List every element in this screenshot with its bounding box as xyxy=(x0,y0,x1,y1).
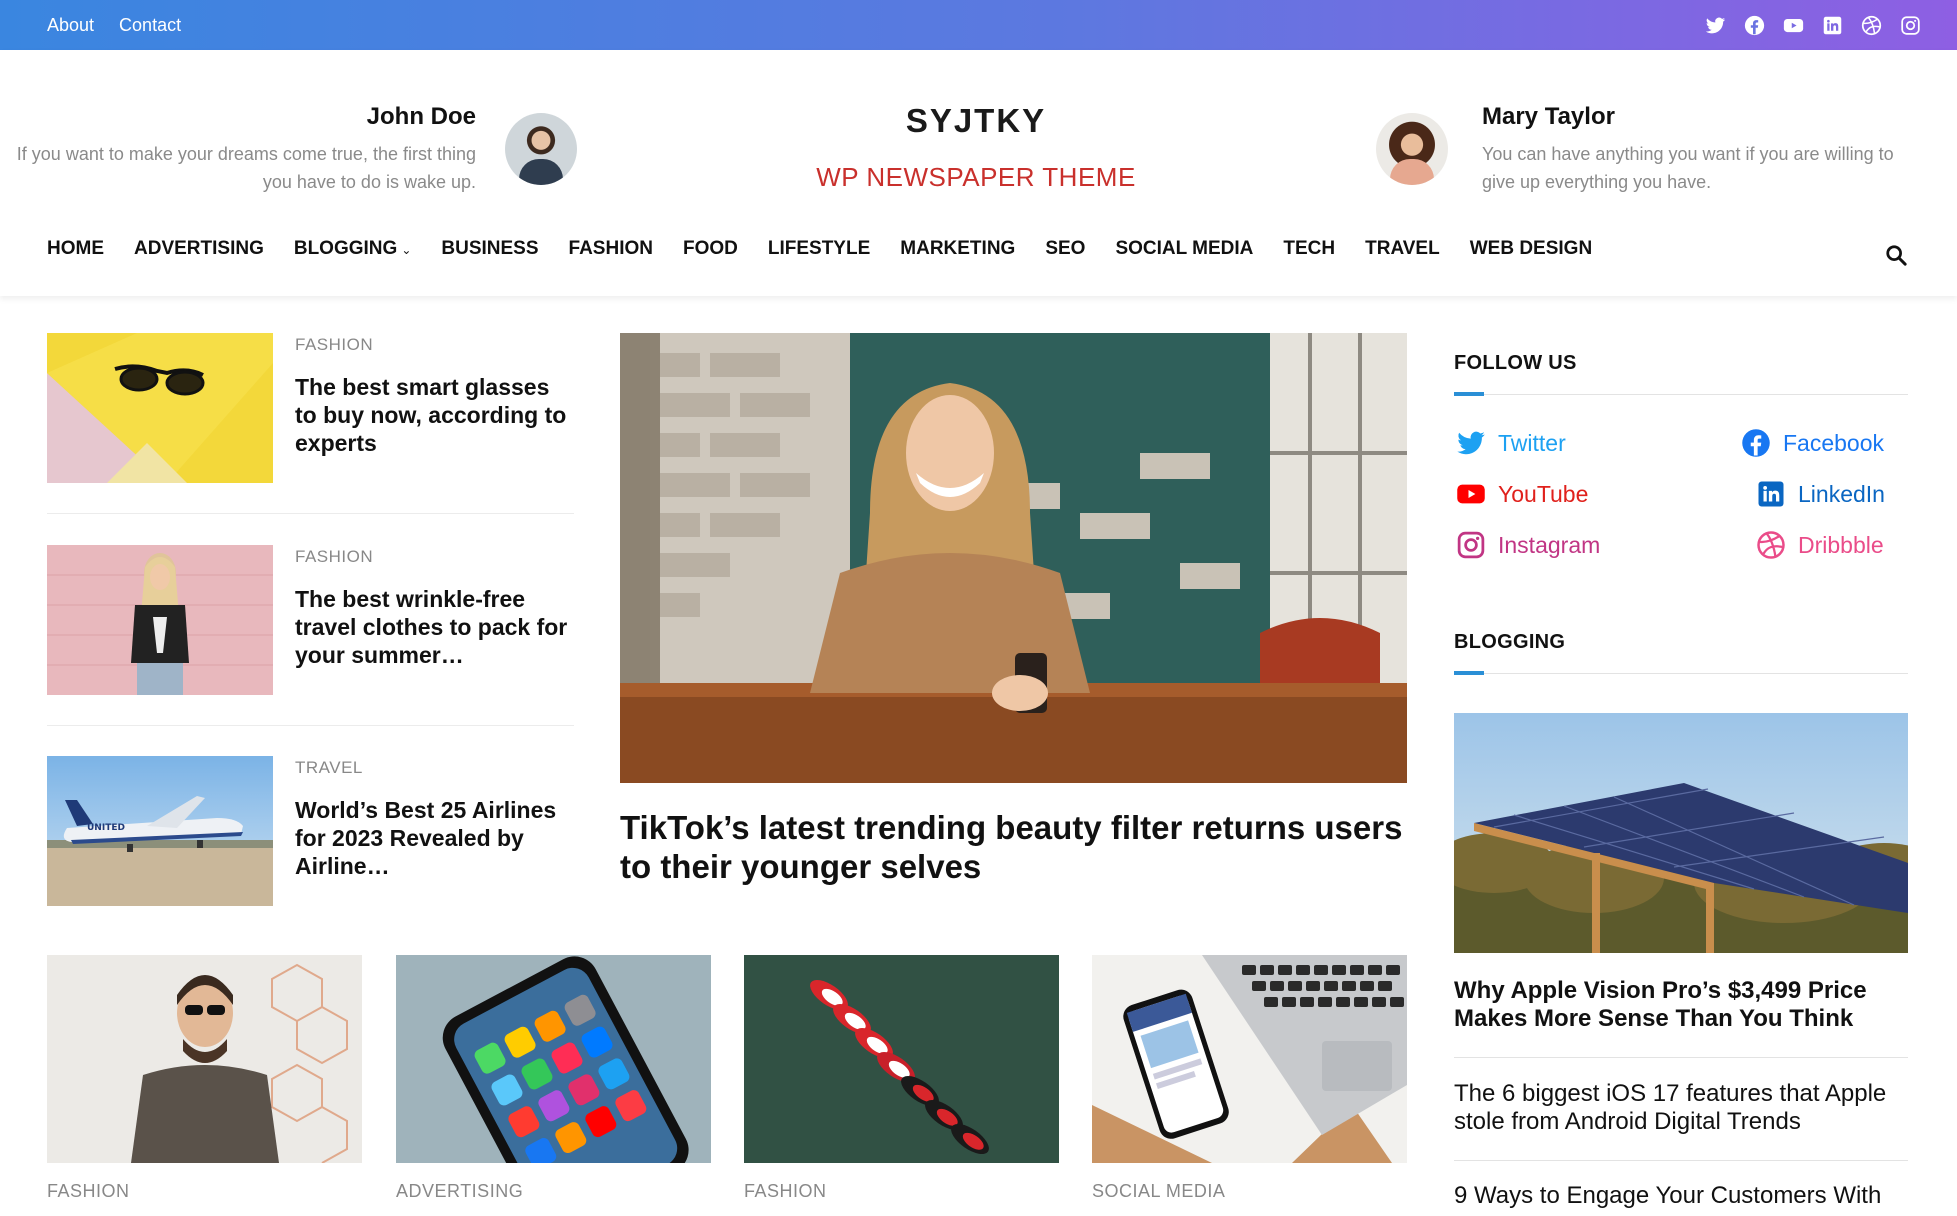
nav-item-food[interactable]: FOOD xyxy=(683,238,738,260)
about-link[interactable]: About xyxy=(47,15,94,36)
divider xyxy=(47,725,574,726)
article-thumbnail[interactable] xyxy=(47,955,362,1163)
title-accent xyxy=(1454,392,1484,396)
article-card[interactable]: FASHION xyxy=(47,955,362,1202)
hero-image[interactable] xyxy=(620,333,1407,783)
top-links: About Contact xyxy=(47,0,181,50)
author-quote: You can have anything you want if you ar… xyxy=(1482,144,1894,192)
twitter-icon xyxy=(1457,431,1485,455)
nav-item-web-design[interactable]: WEB DESIGN xyxy=(1470,238,1592,260)
nav-item-seo[interactable]: SEO xyxy=(1045,238,1085,260)
article-thumbnail[interactable] xyxy=(47,333,273,483)
article-thumbnail[interactable] xyxy=(744,955,1059,1163)
nav-item-tech[interactable]: TECH xyxy=(1283,238,1335,260)
facebook-icon xyxy=(1742,429,1770,457)
follow-label: YouTube xyxy=(1498,480,1589,507)
nav-item-social-media[interactable]: SOCIAL MEDIA xyxy=(1115,238,1253,260)
top-social-icons xyxy=(1705,0,1921,50)
chevron-down-icon: ⌄ xyxy=(401,243,412,257)
follow-label: Facebook xyxy=(1783,429,1885,456)
avatar[interactable] xyxy=(505,113,577,185)
article-category[interactable]: SOCIAL MEDIA xyxy=(1092,1181,1407,1202)
nav-item-home[interactable]: HOME xyxy=(47,238,104,260)
twitter-icon[interactable] xyxy=(1705,15,1726,36)
divider xyxy=(1454,394,1908,395)
article-card[interactable]: FASHION xyxy=(744,955,1059,1202)
follow-facebook[interactable]: Facebook xyxy=(1741,428,1884,458)
instagram-icon xyxy=(1457,531,1485,559)
linkedin-icon[interactable] xyxy=(1822,15,1843,36)
author-mary-taylor: Mary Taylor You can have anything you wa… xyxy=(1482,102,1922,196)
follow-label: Instagram xyxy=(1498,531,1601,558)
facebook-icon[interactable] xyxy=(1744,15,1765,36)
search-icon[interactable] xyxy=(1885,244,1907,266)
divider xyxy=(1454,1160,1908,1161)
nav-item-lifestyle[interactable]: LIFESTYLE xyxy=(768,238,870,260)
author-john-doe: John Doe If you want to make your dreams… xyxy=(0,102,476,196)
follow-label: LinkedIn xyxy=(1798,480,1885,507)
article-thumbnail[interactable]: UNITED xyxy=(47,756,273,906)
article-category[interactable]: FASHION xyxy=(744,1181,1059,1202)
site-header: John Doe If you want to make your dreams… xyxy=(0,50,1957,296)
youtube-icon[interactable] xyxy=(1783,15,1804,36)
main-nav: HOME ADVERTISING BLOGGING ⌄ BUSINESS FAS… xyxy=(47,234,1592,264)
article-category[interactable]: TRAVEL xyxy=(295,758,363,778)
article-thumbnail[interactable] xyxy=(396,955,711,1163)
nav-item-advertising[interactable]: ADVERTISING xyxy=(134,238,264,260)
svg-text:UNITED: UNITED xyxy=(87,823,125,833)
author-name[interactable]: Mary Taylor xyxy=(1482,102,1922,132)
article-thumbnail[interactable] xyxy=(47,545,273,695)
site-title[interactable]: SYJTKY xyxy=(776,102,1176,140)
blogging-link[interactable]: The 6 biggest iOS 17 features that Apple… xyxy=(1454,1080,1908,1136)
avatar[interactable] xyxy=(1376,113,1448,185)
follow-instagram[interactable]: Instagram xyxy=(1456,530,1600,560)
nav-item-travel[interactable]: TRAVEL xyxy=(1365,238,1440,260)
article-category[interactable]: FASHION xyxy=(295,547,373,567)
nav-item-label: BLOGGING xyxy=(293,238,398,259)
divider xyxy=(1454,1057,1908,1058)
author-name[interactable]: John Doe xyxy=(0,102,476,132)
follow-linkedin[interactable]: LinkedIn xyxy=(1756,479,1885,509)
blogging-link[interactable]: 9 Ways to Engage Your Customers With xyxy=(1454,1182,1908,1210)
follow-dribbble[interactable]: Dribbble xyxy=(1756,530,1884,560)
article-card[interactable]: SOCIAL MEDIA xyxy=(1092,955,1407,1202)
blogging-feature-title[interactable]: Why Apple Vision Pro’s $3,499 Price Make… xyxy=(1454,977,1908,1033)
nav-item-fashion[interactable]: FASHION xyxy=(569,238,653,260)
article-title[interactable]: The best smart glasses to buy now, accor… xyxy=(295,373,575,457)
site-tagline: WP NEWSPAPER THEME xyxy=(816,162,1136,192)
hero-title[interactable]: TikTok’s latest trending beauty filter r… xyxy=(620,808,1407,886)
youtube-icon xyxy=(1457,484,1485,504)
list-item[interactable]: FASHION The best smart glasses to buy no… xyxy=(47,333,574,483)
article-title[interactable]: The best wrinkle-free travel clothes to … xyxy=(295,585,575,669)
nav-item-marketing[interactable]: MARKETING xyxy=(900,238,1015,260)
list-item[interactable]: FASHION The best wrinkle-free travel clo… xyxy=(47,545,574,695)
article-category[interactable]: FASHION xyxy=(47,1181,362,1202)
article-title[interactable]: World’s Best 25 Airlines for 2023 Reveal… xyxy=(295,796,575,880)
contact-link[interactable]: Contact xyxy=(119,15,181,36)
author-quote: If you want to make your dreams come tru… xyxy=(16,144,476,192)
nav-item-business[interactable]: BUSINESS xyxy=(441,238,538,260)
follow-label: Dribbble xyxy=(1798,531,1884,558)
article-card[interactable]: ADVERTISING xyxy=(396,955,711,1202)
dribbble-icon xyxy=(1757,531,1785,559)
dribbble-icon[interactable] xyxy=(1861,15,1882,36)
follow-youtube[interactable]: YouTube xyxy=(1456,479,1588,509)
top-bar: About Contact xyxy=(0,0,1957,50)
title-accent xyxy=(1454,671,1484,675)
follow-twitter[interactable]: Twitter xyxy=(1456,428,1566,458)
follow-us-title: FOLLOW US xyxy=(1454,352,1577,374)
divider xyxy=(47,513,574,514)
article-category[interactable]: ADVERTISING xyxy=(396,1181,711,1202)
article-thumbnail[interactable] xyxy=(1092,955,1407,1163)
blogging-title: BLOGGING xyxy=(1454,631,1566,653)
instagram-icon[interactable] xyxy=(1900,15,1921,36)
nav-item-blogging[interactable]: BLOGGING ⌄ xyxy=(294,238,412,260)
follow-label: Twitter xyxy=(1498,429,1566,456)
divider xyxy=(1454,673,1908,674)
linkedin-icon xyxy=(1758,481,1784,507)
list-item[interactable]: UNITED TRAVEL World’s Best 25 Airlines f… xyxy=(47,756,574,906)
blogging-feature-image[interactable] xyxy=(1454,713,1908,953)
article-category[interactable]: FASHION xyxy=(295,335,373,355)
